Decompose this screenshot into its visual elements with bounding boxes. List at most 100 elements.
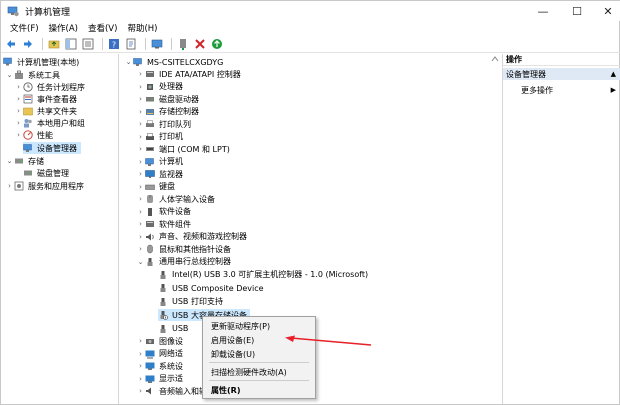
device-category[interactable]: › 软件设备 (136, 206, 191, 218)
chevron-right-icon[interactable]: › (5, 182, 14, 191)
chevron-right-icon[interactable]: › (136, 387, 145, 396)
usb-device[interactable]: USB Composite Device (158, 282, 264, 294)
chevron-right-icon[interactable]: › (136, 82, 145, 91)
window-title: 计算机管理 (25, 7, 71, 18)
device-category[interactable]: › 显示适 (136, 373, 183, 385)
device-category[interactable]: › 图像设 (136, 335, 183, 347)
chevron-right-icon[interactable]: › (136, 120, 145, 129)
device-category[interactable]: › 鼠标和其他指针设备 (136, 243, 231, 255)
menu-item-enable-device[interactable]: 启用设备(E) (211, 334, 254, 346)
device-category[interactable]: › 端口 (COM 和 LPT) (136, 143, 230, 155)
chevron-right-icon[interactable]: › (136, 245, 145, 254)
menu-action[interactable]: 操作(A) (44, 22, 83, 34)
category-label: 图像设 (159, 336, 183, 346)
tree-event-viewer[interactable]: › 事件查看器 (14, 93, 77, 105)
tree-system-tools[interactable]: ⌄ 系统工具 (5, 69, 60, 81)
category-label: 软件组件 (159, 219, 191, 229)
device-category[interactable]: › 网络适 (136, 348, 183, 360)
device-category[interactable]: › 软件组件 (136, 218, 191, 230)
chevron-right-icon[interactable]: › (136, 349, 145, 358)
list-icon[interactable] (81, 37, 95, 51)
chevron-right-icon[interactable]: › (136, 182, 145, 191)
printer-icon (146, 132, 154, 140)
tree-root[interactable]: 计算机管理(本地) (3, 56, 79, 68)
back-icon[interactable] (4, 37, 18, 51)
chevron-down-icon[interactable]: ⌄ (136, 257, 145, 266)
tree-device-manager[interactable]: 设备管理器 (23, 142, 81, 154)
device-category[interactable]: ⌄ 通用串行总线控制器 (136, 256, 231, 268)
menu-separator (209, 362, 309, 363)
tree-storage[interactable]: ⌄ 存储 (5, 155, 44, 167)
chevron-right-icon[interactable]: › (136, 145, 145, 154)
chevron-right-icon[interactable]: › (136, 232, 145, 241)
chevron-down-icon[interactable]: ⌄ (124, 58, 133, 67)
forward-icon[interactable] (21, 37, 35, 51)
menu-view[interactable]: 查看(V) (83, 22, 122, 34)
menu-item-update-driver[interactable]: 更新驱动程序(P) (211, 320, 270, 332)
help-icon[interactable]: ? (107, 37, 121, 51)
tree-local-users[interactable]: › 本地用户和组 (14, 117, 85, 129)
device-category[interactable]: › 计算机 (136, 156, 183, 168)
menu-item-scan-hardware[interactable]: 扫描检测硬件改动(A) (211, 366, 287, 378)
device-category[interactable]: › 系统设 (136, 360, 183, 372)
chevron-right-icon[interactable]: › (136, 170, 145, 179)
tree-disk-management[interactable]: 磁盘管理 (23, 167, 69, 179)
device-tree-root[interactable]: ⌄ MS-CSITELCXGDYG (124, 56, 224, 68)
chevron-right-icon[interactable]: › (136, 362, 145, 371)
chevron-down-icon[interactable]: ⌄ (5, 71, 14, 80)
properties-icon[interactable] (124, 37, 138, 51)
show-tree-icon[interactable] (64, 37, 78, 51)
usb-device[interactable]: USB (158, 323, 188, 335)
delete-icon[interactable] (193, 37, 207, 51)
device-category[interactable]: › 监视器 (136, 168, 183, 180)
tree-services[interactable]: › 服务和应用程序 (5, 180, 84, 192)
chevron-right-icon[interactable]: › (136, 337, 145, 346)
chevron-right-icon[interactable]: › (14, 107, 23, 116)
chevron-right-icon[interactable]: › (136, 207, 145, 216)
chevron-right-icon[interactable]: › (136, 107, 145, 116)
device-category[interactable]: › 打印机 (136, 131, 183, 143)
maximize-button[interactable]: ☐ (562, 1, 592, 21)
up-folder-icon[interactable] (47, 37, 61, 51)
chevron-right-icon[interactable]: › (14, 131, 23, 140)
device-category[interactable]: › 磁盘驱动器 (136, 93, 199, 105)
chevron-right-icon[interactable]: › (136, 132, 145, 141)
device-category[interactable]: › 存储控制器 (136, 106, 199, 118)
chevron-right-icon[interactable]: › (14, 95, 23, 104)
usb-device[interactable]: Intel(R) USB 3.0 可扩展主机控制器 - 1.0 (Microso… (158, 269, 368, 281)
more-actions-item[interactable]: 更多操作 ▶ (503, 84, 620, 96)
disabled-usb-device-icon (160, 311, 168, 320)
device-category[interactable]: › 声音、视频和游戏控制器 (136, 231, 247, 243)
device-category[interactable]: › 键盘 (136, 181, 175, 193)
chevron-right-icon[interactable]: › (136, 195, 145, 204)
chevron-right-icon[interactable]: › (136, 374, 145, 383)
menu-help[interactable]: 帮助(H) (122, 22, 162, 34)
usb-device[interactable]: USB 打印支持 (158, 296, 223, 308)
tree-shared-folders[interactable]: › 共享文件夹 (14, 105, 77, 117)
device-category[interactable]: › 打印队列 (136, 118, 191, 130)
vertical-scrollbar[interactable] (490, 54, 500, 404)
minimize-button[interactable]: — (528, 1, 558, 21)
chevron-right-icon[interactable]: › (136, 70, 145, 79)
close-button[interactable]: ✕ (593, 1, 620, 21)
menu-item-properties[interactable]: 属性(R) (211, 384, 240, 396)
chevron-right-icon[interactable]: › (136, 220, 145, 229)
category-label: 显示适 (159, 374, 183, 383)
add-driver-icon[interactable] (176, 37, 190, 51)
chevron-right-icon[interactable]: › (14, 83, 23, 92)
refresh-icon[interactable] (210, 37, 224, 51)
menu-item-uninstall-device[interactable]: 卸载设备(U) (211, 348, 255, 360)
device-category[interactable]: › 处理器 (136, 81, 183, 93)
monitor-icon[interactable] (150, 37, 164, 51)
tree-performance[interactable]: › 性能 (14, 129, 53, 141)
device-category[interactable]: › IDE ATA/ATAPI 控制器 (136, 68, 241, 80)
chevron-right-icon[interactable]: › (14, 119, 23, 128)
device-category[interactable]: › 人体学输入设备 (136, 193, 215, 205)
actions-section-device-manager[interactable]: 设备管理器 ▲ (503, 68, 620, 80)
chevron-right-icon[interactable]: › (136, 157, 145, 166)
chevron-down-icon[interactable]: ⌄ (5, 157, 14, 166)
chevron-right-icon[interactable]: › (136, 95, 145, 104)
menu-file[interactable]: 文件(F) (5, 22, 44, 34)
tree-task-scheduler[interactable]: › 任务计划程序 (14, 81, 85, 93)
collapse-up-icon[interactable]: ▲ (611, 70, 616, 78)
